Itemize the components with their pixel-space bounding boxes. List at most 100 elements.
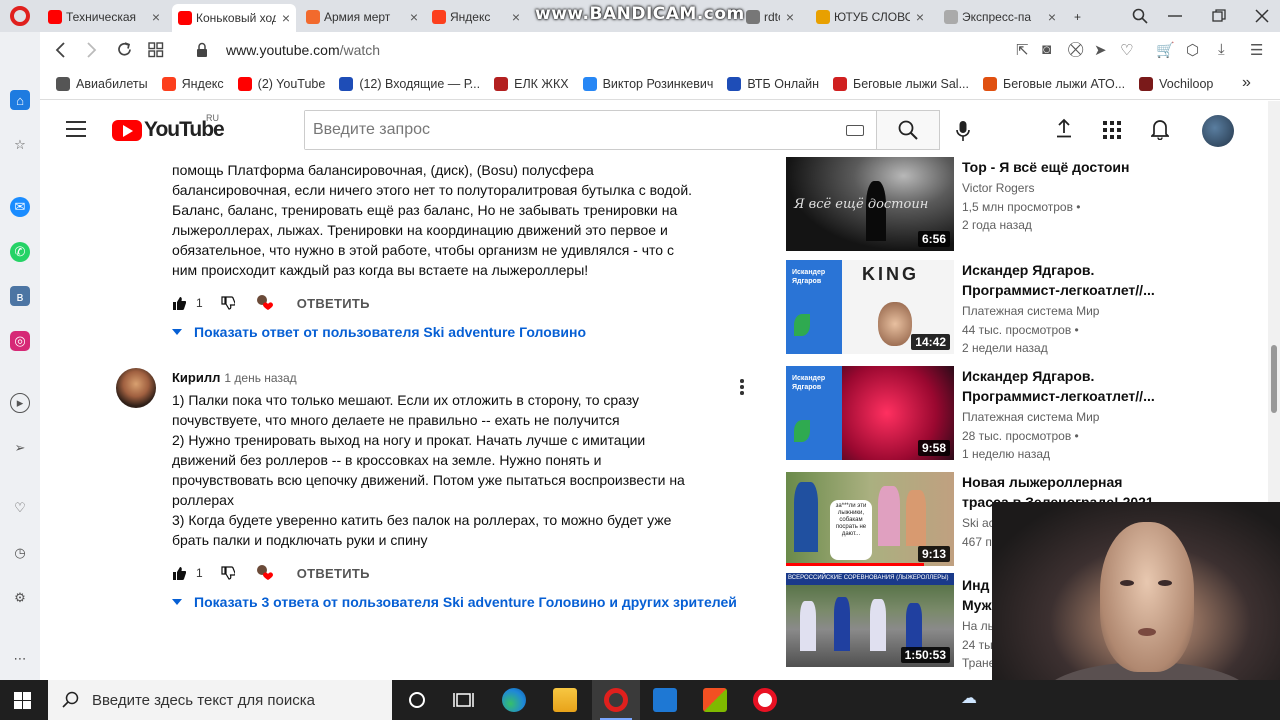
close-tab-icon[interactable]: × bbox=[152, 9, 160, 25]
forward-icon[interactable] bbox=[86, 42, 98, 58]
apps-grid-icon[interactable] bbox=[1103, 121, 1121, 139]
video-item[interactable]: KING Искандер Ядгаров 14:42 Искандер Ядг… bbox=[786, 260, 1266, 355]
browser-tab[interactable]: Экспресс-па × bbox=[938, 4, 1062, 30]
browser-tab[interactable]: rdtool× bbox=[740, 4, 800, 30]
microphone-icon[interactable] bbox=[956, 121, 970, 141]
new-tab-button[interactable]: + bbox=[1068, 4, 1088, 30]
reply-button[interactable]: ОТВЕТИТЬ bbox=[297, 566, 370, 581]
video-thumbnail[interactable]: Я всё ещё достоин 6:56 bbox=[786, 157, 954, 251]
dislike-icon[interactable] bbox=[221, 296, 235, 310]
instagram-icon[interactable]: ◎ bbox=[10, 331, 30, 351]
upload-icon[interactable] bbox=[1056, 118, 1072, 138]
bookmark-item[interactable]: Vochiloop bbox=[1139, 76, 1213, 91]
close-window-icon[interactable] bbox=[1255, 9, 1269, 23]
video-title[interactable]: Тор - Я всё ещё достоин bbox=[962, 157, 1172, 177]
dislike-icon[interactable] bbox=[221, 566, 235, 580]
account-avatar[interactable] bbox=[1202, 115, 1234, 147]
search-input[interactable] bbox=[305, 111, 825, 149]
taskbar-search[interactable]: Введите здесь текст для поиска bbox=[48, 680, 392, 720]
channel-name[interactable]: Ski ac bbox=[962, 516, 995, 530]
close-tab-icon[interactable]: × bbox=[410, 9, 418, 25]
whatsapp-icon[interactable]: ✆ bbox=[10, 242, 30, 262]
bookmark-item[interactable]: (2) YouTube bbox=[237, 76, 325, 91]
guide-menu-icon[interactable] bbox=[66, 121, 86, 142]
video-title[interactable]: Искандер Ядгаров. Программист-легкоатлет/… bbox=[962, 366, 1172, 406]
bookmark-item[interactable]: Беговые лыжи Sal... bbox=[832, 76, 969, 91]
video-item[interactable]: Я всё ещё достоин 6:56 Тор - Я всё ещё д… bbox=[786, 157, 1266, 251]
download-icon[interactable]: ⤓ bbox=[1218, 41, 1225, 58]
store-icon[interactable] bbox=[703, 688, 727, 712]
browser-tab[interactable]: Коньковый ход × bbox=[172, 4, 296, 32]
adblock-icon[interactable]: ⛒ bbox=[1068, 41, 1083, 58]
like-icon[interactable] bbox=[172, 566, 186, 580]
star-icon[interactable]: ☆ bbox=[10, 135, 30, 155]
weather-cloud-icon[interactable]: ☁ bbox=[957, 688, 981, 712]
bookmark-item[interactable]: ЕЛК ЖКХ bbox=[494, 76, 569, 91]
video-thumbnail[interactable]: ВСЕРОССИЙСКИЕ СОРЕВНОВАНИЯ (ЛЫЖЕРОЛЛЕРЫ)… bbox=[786, 573, 954, 667]
scrollbar-thumb[interactable] bbox=[1271, 345, 1277, 413]
cart-icon[interactable]: 🛒 bbox=[1156, 41, 1175, 59]
video-thumbnail[interactable]: KING Искандер Ядгаров 14:42 bbox=[786, 260, 954, 354]
cortana-icon[interactable] bbox=[405, 688, 429, 712]
file-explorer-icon[interactable] bbox=[553, 688, 577, 712]
opera-logo-icon[interactable] bbox=[10, 6, 30, 26]
browser-tab[interactable]: Яндекс × bbox=[426, 4, 526, 30]
send-sidebar-icon[interactable]: ➢ bbox=[10, 438, 30, 458]
cube-icon[interactable]: ⬡ bbox=[1186, 41, 1199, 59]
video-thumbnail[interactable]: за***ли эти лыжники, собакам посрать не … bbox=[786, 472, 954, 566]
history-icon[interactable]: ◷ bbox=[10, 543, 30, 563]
heart-sidebar-icon[interactable]: ♡ bbox=[10, 498, 30, 518]
close-tab-icon[interactable]: × bbox=[916, 9, 924, 25]
restore-icon[interactable] bbox=[1212, 9, 1226, 23]
more-icon[interactable]: ⋯ bbox=[10, 649, 30, 669]
browser-tab[interactable]: Техническая × bbox=[42, 4, 166, 30]
settings-icon[interactable]: ⚙ bbox=[10, 588, 30, 608]
browser-tab[interactable]: Армия мерт × bbox=[300, 4, 424, 30]
video-thumbnail[interactable]: Искандер Ядгаров 9:58 bbox=[786, 366, 954, 460]
close-tab-icon[interactable]: × bbox=[282, 10, 290, 26]
camera-icon[interactable]: ◙ bbox=[1042, 41, 1051, 58]
browser-tab[interactable]: ЮТУБ СЛОВО × bbox=[810, 4, 930, 30]
record-icon[interactable] bbox=[753, 688, 777, 712]
reload-icon[interactable] bbox=[116, 41, 133, 58]
tabs-grid-icon[interactable] bbox=[148, 42, 164, 58]
avatar[interactable] bbox=[116, 368, 156, 408]
vk-icon[interactable]: в bbox=[10, 286, 30, 306]
video-item[interactable]: Искандер Ядгаров 9:58 Искандер Ядгаров. П… bbox=[786, 366, 1266, 461]
comment-menu-icon[interactable] bbox=[740, 379, 744, 397]
player-icon[interactable]: ▸ bbox=[10, 393, 30, 413]
send-icon[interactable]: ➤ bbox=[1094, 41, 1107, 59]
windows-start-icon[interactable] bbox=[14, 692, 31, 709]
task-view-icon[interactable] bbox=[452, 688, 476, 712]
close-tab-icon[interactable]: × bbox=[786, 9, 794, 25]
close-tab-icon[interactable]: × bbox=[512, 9, 520, 25]
bookmark-item[interactable]: Яндекс bbox=[161, 76, 224, 91]
minimize-icon[interactable] bbox=[1168, 14, 1182, 18]
url-field[interactable]: www.youtube.com/watch bbox=[226, 42, 380, 58]
search-tabs-icon[interactable] bbox=[1132, 8, 1148, 24]
bookmark-item[interactable]: ВТБ Онлайн bbox=[727, 76, 819, 91]
menu-icon[interactable]: ☰ bbox=[1250, 41, 1263, 59]
like-icon[interactable] bbox=[172, 296, 186, 310]
back-icon[interactable] bbox=[54, 42, 66, 58]
search-button[interactable] bbox=[876, 110, 940, 150]
reply-button[interactable]: ОТВЕТИТЬ bbox=[297, 296, 370, 311]
bookmark-item[interactable]: Виктор Розинкевич bbox=[582, 76, 713, 91]
video-title[interactable]: Искандер Ядгаров. Программист-легкоатлет/… bbox=[962, 260, 1172, 300]
bookmarks-more-button[interactable]: » bbox=[1242, 74, 1251, 92]
lock-icon[interactable] bbox=[196, 42, 208, 58]
heart-icon[interactable]: ♡ bbox=[1120, 41, 1133, 59]
share-icon[interactable]: ⇱ bbox=[1016, 41, 1029, 59]
show-replies-button[interactable]: Показать ответ от пользователя Ski adven… bbox=[172, 324, 586, 340]
channel-name[interactable]: Victor Rogers bbox=[962, 181, 1034, 195]
channel-name[interactable]: Платежная система Мир bbox=[962, 410, 1099, 424]
channel-name[interactable]: Платежная система Мир bbox=[962, 304, 1099, 318]
bookmark-item[interactable]: Беговые лыжи АТО... bbox=[983, 76, 1125, 91]
opera-taskbar-icon[interactable] bbox=[604, 688, 628, 712]
mail-icon[interactable] bbox=[653, 688, 677, 712]
edge-icon[interactable] bbox=[502, 688, 526, 712]
notifications-bell-icon[interactable] bbox=[1151, 118, 1169, 140]
bookmark-item[interactable]: (12) Входящие — Р... bbox=[339, 76, 480, 91]
home-icon[interactable]: ⌂ bbox=[10, 90, 30, 110]
bookmark-item[interactable]: Авиабилеты bbox=[56, 76, 148, 91]
